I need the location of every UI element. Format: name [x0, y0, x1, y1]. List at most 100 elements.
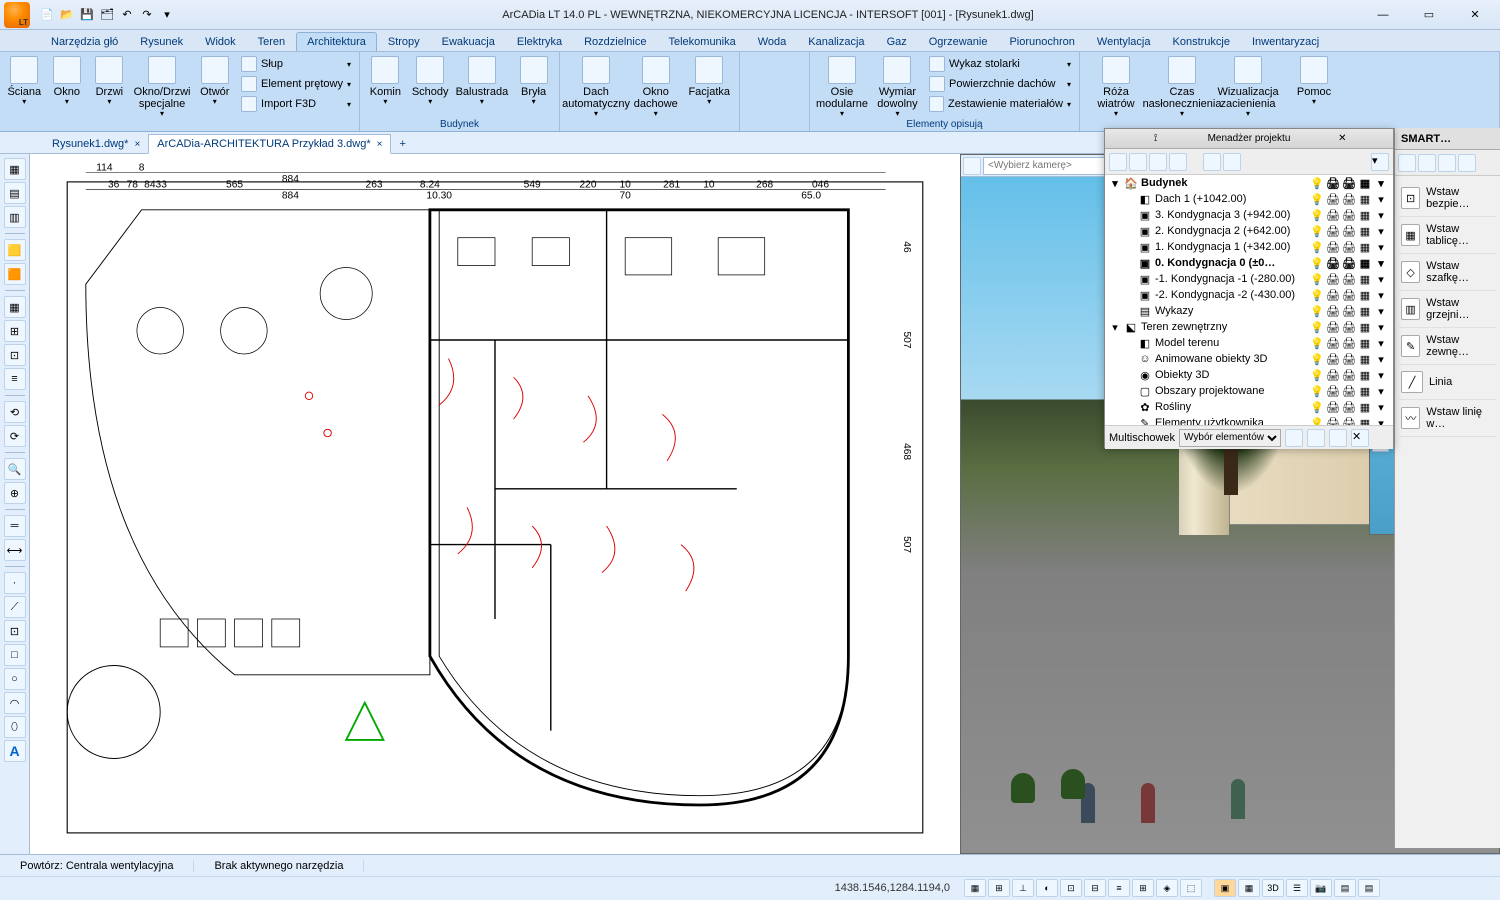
row-action-icon[interactable]: 🖨 — [1341, 304, 1357, 318]
row-action-icon[interactable]: 💡 — [1309, 352, 1325, 366]
row-action-icon[interactable]: ▦ — [1357, 416, 1373, 425]
ribbon-button[interactable]: Czas nasłonecznienia ▾ — [1150, 54, 1214, 121]
row-action-icon[interactable]: 🖨 — [1325, 384, 1341, 398]
tool-button[interactable]: ═ — [4, 515, 26, 537]
maximize-button[interactable]: ▭ — [1406, 1, 1452, 29]
ribbon-small-button[interactable]: Wykaz stolarki▾ — [925, 54, 1075, 74]
smart-item[interactable]: ╱Linia — [1399, 365, 1496, 400]
row-action-icon[interactable]: ▦ — [1357, 352, 1373, 366]
ribbon-tab[interactable]: Architektura — [296, 32, 377, 51]
smart-item[interactable]: ▥Wstaw grzejni… — [1399, 291, 1496, 328]
ribbon-tab[interactable]: Rozdzielnice — [573, 32, 657, 51]
smart-tb-3[interactable] — [1438, 154, 1456, 172]
row-action-icon[interactable]: 🖨 — [1341, 192, 1357, 206]
mini-icon[interactable] — [760, 64, 774, 74]
row-action-icon[interactable]: ▾ — [1373, 320, 1389, 334]
undo-icon[interactable]: ↶ — [118, 6, 136, 24]
tab-close-icon[interactable]: × — [134, 139, 140, 150]
tree-row[interactable]: ✎Elementy użytkownika💡🖨🖨▦▾ — [1105, 415, 1393, 425]
row-action-icon[interactable]: ▾ — [1373, 352, 1389, 366]
row-action-icon[interactable]: 🖨 — [1325, 256, 1341, 270]
ribbon-tab[interactable]: Inwentaryzacj — [1241, 32, 1330, 51]
row-action-icon[interactable]: ▦ — [1357, 384, 1373, 398]
ribbon-small-button[interactable]: Słup▾ — [237, 54, 355, 74]
row-action-icon[interactable]: ▦ — [1357, 272, 1373, 286]
sb-cam[interactable]: 📷 — [1310, 879, 1332, 897]
tree-row[interactable]: ▾⬕Teren zewnętrzny💡🖨🖨▦▾ — [1105, 319, 1393, 335]
tree-row[interactable]: ✿Rośliny💡🖨🖨▦▾ — [1105, 399, 1393, 415]
mini-icon[interactable] — [744, 94, 758, 104]
ribbon-tab[interactable]: Ewakuacja — [431, 32, 506, 51]
row-action-icon[interactable]: ▦ — [1357, 224, 1373, 238]
ribbon-button[interactable]: Bryła ▾ — [512, 54, 555, 109]
row-action-icon[interactable]: ▦ — [1357, 320, 1373, 334]
ribbon-button[interactable]: Okno/Drzwi specjalne ▾ — [132, 54, 193, 121]
tree-row[interactable]: ▣-1. Kondygnacja -1 (-280.00)💡🖨🖨▦▾ — [1105, 271, 1393, 287]
ribbon-button[interactable]: Wymiar dowolny ▾ — [872, 54, 923, 121]
tree-row[interactable]: ▾🏠Budynek💡🖨🖨▦▾ — [1105, 175, 1393, 191]
document-tab[interactable]: ArCADia-ARCHITEKTURA Przykład 3.dwg*× — [148, 134, 391, 154]
row-action-icon[interactable]: ▦ — [1357, 176, 1373, 190]
tool-button[interactable]: ▦ — [4, 296, 26, 318]
row-action-icon[interactable]: 🖨 — [1325, 192, 1341, 206]
ribbon-small-button[interactable]: Zestawienie materiałów▾ — [925, 94, 1075, 114]
ribbon-tab[interactable]: Widok — [194, 32, 247, 51]
row-action-icon[interactable]: 🖨 — [1341, 272, 1357, 286]
ribbon-tab[interactable]: Teren — [247, 32, 297, 51]
row-action-icon[interactable]: ▾ — [1373, 272, 1389, 286]
smart-tb-4[interactable] — [1458, 154, 1476, 172]
drawing-canvas[interactable]: 1148 884 36788433 565263 8.24549 22010 2… — [30, 154, 960, 854]
ribbon-tab[interactable]: Stropy — [377, 32, 431, 51]
tree-row[interactable]: ▣3. Kondygnacja 3 (+942.00)💡🖨🖨▦▾ — [1105, 207, 1393, 223]
row-action-icon[interactable]: 🖨 — [1341, 416, 1357, 425]
row-action-icon[interactable]: 🖨 — [1325, 400, 1341, 414]
pm-bot-3[interactable] — [1329, 429, 1347, 447]
tool-button[interactable]: ⊞ — [4, 320, 26, 342]
ribbon-small-button[interactable]: Powierzchnie dachów▾ — [925, 74, 1075, 94]
pm-bot-2[interactable] — [1307, 429, 1325, 447]
row-action-icon[interactable]: ▦ — [1357, 368, 1373, 382]
row-action-icon[interactable]: 🖨 — [1341, 208, 1357, 222]
smart-item[interactable]: 〰Wstaw linię w… — [1399, 400, 1496, 437]
new-tab-button[interactable]: + — [391, 135, 413, 153]
row-action-icon[interactable]: 💡 — [1309, 336, 1325, 350]
ribbon-small-button[interactable]: Element prętowy▾ — [237, 74, 355, 94]
pm-close-icon[interactable]: ✕ — [1296, 133, 1389, 144]
ribbon-tab[interactable]: Rysunek — [129, 32, 194, 51]
row-action-icon[interactable]: 🖨 — [1341, 288, 1357, 302]
row-action-icon[interactable]: 🖨 — [1341, 176, 1357, 190]
tree-row[interactable]: ☺Animowane obiekty 3D💡🖨🖨▦▾ — [1105, 351, 1393, 367]
row-action-icon[interactable]: 🖨 — [1325, 240, 1341, 254]
view3d-btn-1[interactable] — [963, 157, 981, 175]
polar-btn[interactable]: ◐ — [1036, 879, 1058, 897]
project-manager-panel[interactable]: ⟟ Menadżer projektu ✕ ▾ ▾🏠Budynek💡🖨🖨▦▾◧D… — [1104, 128, 1394, 448]
row-action-icon[interactable]: 💡 — [1309, 384, 1325, 398]
row-action-icon[interactable]: ▦ — [1357, 256, 1373, 270]
ribbon-tab[interactable]: Telekomunika — [657, 32, 746, 51]
qat-more-icon[interactable]: ▾ — [158, 6, 176, 24]
row-action-icon[interactable]: ▦ — [1357, 304, 1373, 318]
tree-row[interactable]: ▣1. Kondygnacja 1 (+342.00)💡🖨🖨▦▾ — [1105, 239, 1393, 255]
tool-button[interactable]: ▦ — [4, 158, 26, 180]
row-action-icon[interactable]: ▦ — [1357, 400, 1373, 414]
row-action-icon[interactable]: 🖨 — [1325, 352, 1341, 366]
pin-icon[interactable]: ⟟ — [1109, 133, 1202, 144]
tree-row[interactable]: ▣2. Kondygnacja 2 (+642.00)💡🖨🖨▦▾ — [1105, 223, 1393, 239]
tool-button[interactable]: ≡ — [4, 368, 26, 390]
tool-button[interactable]: ⟋ — [4, 596, 26, 618]
row-action-icon[interactable]: 💡 — [1309, 272, 1325, 286]
ribbon-button[interactable]: Schody ▾ — [409, 54, 452, 109]
tool-button[interactable]: 🔍 — [4, 458, 26, 480]
track-btn[interactable]: ⊟ — [1084, 879, 1106, 897]
tool-button[interactable]: ⊕ — [4, 482, 26, 504]
row-action-icon[interactable]: ▾ — [1373, 368, 1389, 382]
mini-icon[interactable] — [760, 54, 774, 64]
row-action-icon[interactable]: 🖨 — [1341, 256, 1357, 270]
tree-row[interactable]: ▢Obszary projektowane💡🖨🖨▦▾ — [1105, 383, 1393, 399]
pm-bot-1[interactable] — [1285, 429, 1303, 447]
ribbon-button[interactable]: Komin ▾ — [364, 54, 407, 109]
pm-bot-4[interactable]: ✕ — [1351, 429, 1369, 447]
mini-icon[interactable] — [744, 64, 758, 74]
save-icon[interactable]: 💾 — [78, 6, 96, 24]
sb-9[interactable]: ◈ — [1156, 879, 1178, 897]
